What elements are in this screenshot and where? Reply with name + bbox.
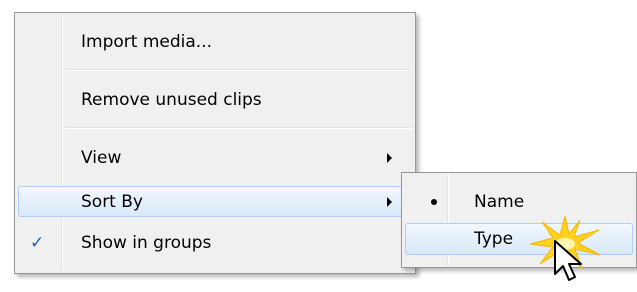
menu-item-remove-unused-clips[interactable]: Remove unused clips [18, 85, 412, 115]
submenu-item-type[interactable]: Type [405, 223, 633, 255]
submenu-item-name[interactable]: Name [405, 187, 633, 217]
chevron-right-icon [387, 196, 392, 207]
menu-item-label: Show in groups [81, 233, 212, 253]
menu-item-import-media[interactable]: Import media... [18, 27, 412, 57]
menu-separator [65, 127, 412, 129]
submenu-item-label: Type [474, 229, 514, 249]
menu-item-label: Sort By [81, 191, 143, 212]
menu-item-label: View [81, 148, 122, 168]
menu-item-view[interactable]: View [18, 143, 412, 173]
sort-by-submenu: Name Type [401, 172, 637, 268]
chevron-right-icon [387, 153, 392, 163]
menu-separator [65, 69, 412, 71]
context-menu: Import media... Remove unused clips View… [14, 12, 416, 274]
menu-item-sort-by[interactable]: Sort By [18, 186, 412, 217]
submenu-item-label: Name [474, 192, 525, 212]
checkmark-icon: ✓ [30, 233, 45, 253]
menu-item-show-in-groups[interactable]: ✓ Show in groups [18, 228, 412, 258]
menu-item-label: Remove unused clips [81, 90, 262, 110]
bullet-icon [431, 199, 437, 205]
mouse-cursor-icon [554, 240, 582, 281]
menu-item-label: Import media... [81, 32, 212, 52]
